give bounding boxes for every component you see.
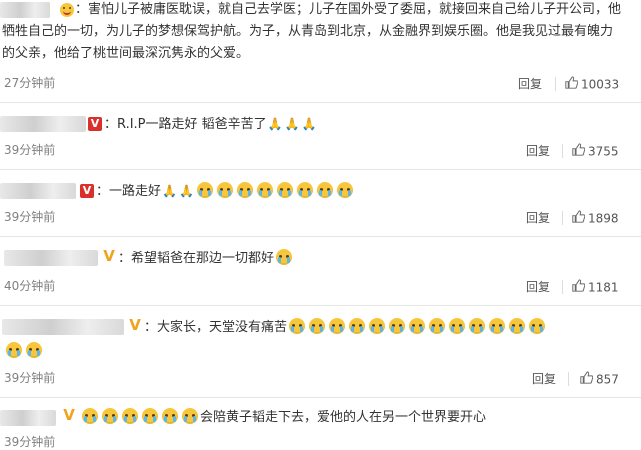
crying-face-icon [429,318,446,334]
reply-button[interactable]: 回复 [526,279,550,295]
username-redacted[interactable] [0,183,76,199]
reply-button[interactable]: 回复 [526,210,550,226]
like-button[interactable]: 3755 [572,143,619,160]
like-count: 10033 [581,77,620,92]
like-count: 857 [596,372,619,387]
username-redacted[interactable] [0,116,86,132]
timestamp: 39分钟前 [4,210,56,224]
like-count: 1898 [588,211,619,226]
username-redacted[interactable] [2,319,124,335]
thumbs-up-icon [565,76,579,93]
crying-face-icon [276,182,293,198]
crying-face-icon [122,408,138,424]
smile-icon [60,3,74,17]
crying-face-icon [409,318,426,334]
comment-text: ：一路走好 [96,184,162,199]
crying-face-icon [389,318,406,334]
crying-face-icon [216,182,233,198]
crying-face-icon [142,408,158,424]
reply-button[interactable]: 回复 [518,76,542,92]
crying-face-icon [336,182,353,198]
separator [555,77,556,91]
like-button[interactable]: 1898 [572,210,619,227]
praying-hands-icon: 🙏 [301,117,317,131]
crying-face-icon [162,408,178,424]
comment-text: 的父亲，他给了桃世间最深沉隽永的父爱。 [2,46,250,61]
crying-face-icon [256,182,273,198]
thumbs-up-icon [572,279,586,296]
divider [0,169,641,170]
praying-hands-icon: 🙏 [267,117,283,131]
crying-face-icon [509,318,526,334]
username-redacted[interactable] [0,410,56,426]
like-button[interactable]: 1181 [572,279,619,296]
timestamp: 39分钟前 [4,371,56,385]
crying-face-icon [449,318,466,334]
crying-face-icon [236,182,253,198]
separator [568,372,569,386]
crying-face-icon [296,182,313,198]
crying-face-icon [182,408,198,424]
divider [0,236,641,237]
separator [562,211,563,225]
crying-face-icon [82,408,98,424]
username-redacted[interactable] [0,2,50,18]
crying-face-icon [469,318,486,334]
crying-face-icon [276,249,293,265]
like-count: 1181 [588,280,619,295]
crying-face-icon [316,182,333,198]
divider [0,102,641,103]
separator [562,280,563,294]
crying-face-icon [329,318,346,334]
verified-badge-icon: V [63,406,75,424]
comment-text: 牺牲自己的一切，为儿子的梦想保驾护航。为子，从青岛到北京，从金融界到娱乐圈。他是… [2,24,614,39]
thumbs-up-icon [572,143,586,160]
thumbs-up-icon [580,371,594,388]
praying-hands-icon: 🙏 [178,184,194,198]
separator [562,144,563,158]
timestamp: 39分钟前 [4,435,56,449]
crying-face-icon [6,342,22,358]
verified-badge-icon: V [129,316,141,334]
timestamp: 27分钟前 [4,76,56,90]
verified-badge-icon: V [103,247,115,265]
crying-face-icon [369,318,386,334]
comment-text: ：害怕儿子被庸医耽误，就自己去学医；儿子在国外受了委屈，就接回来自己给儿子开公司… [75,2,622,17]
crying-face-icon [196,182,213,198]
comment-text: ：希望韬爸在那边一切都好 [118,251,275,266]
crying-face-icon [289,318,306,334]
timestamp: 39分钟前 [4,143,56,157]
crying-face-icon [309,318,326,334]
like-button[interactable]: 857 [580,371,619,388]
praying-hands-icon: 🙏 [162,184,177,198]
comment-text: ：大家长，天堂没有痛苦 [144,320,288,335]
username-redacted[interactable] [4,250,98,266]
reply-button[interactable]: 回复 [532,371,556,387]
comment-text: 会陪黄子韬走下去，爱他的人在另一个世界要开心 [200,410,487,425]
like-count: 3755 [588,144,619,159]
divider [0,397,641,398]
timestamp: 40分钟前 [4,279,56,293]
reply-button[interactable]: 回复 [526,143,550,159]
like-button[interactable]: 10033 [565,76,619,93]
crying-face-icon [489,318,506,334]
crying-face-icon [349,318,366,334]
divider [0,305,641,306]
crying-face-icon [529,318,546,334]
praying-hands-icon: 🙏 [284,117,300,131]
verified-badge-icon: V [88,117,102,131]
crying-face-icon [26,342,42,358]
crying-face-icon [102,408,118,424]
verified-badge-icon: V [80,184,94,198]
comment-text: ：R.I.P一路走好 韬爸辛苦了 [104,117,267,132]
thumbs-up-icon [572,210,586,227]
